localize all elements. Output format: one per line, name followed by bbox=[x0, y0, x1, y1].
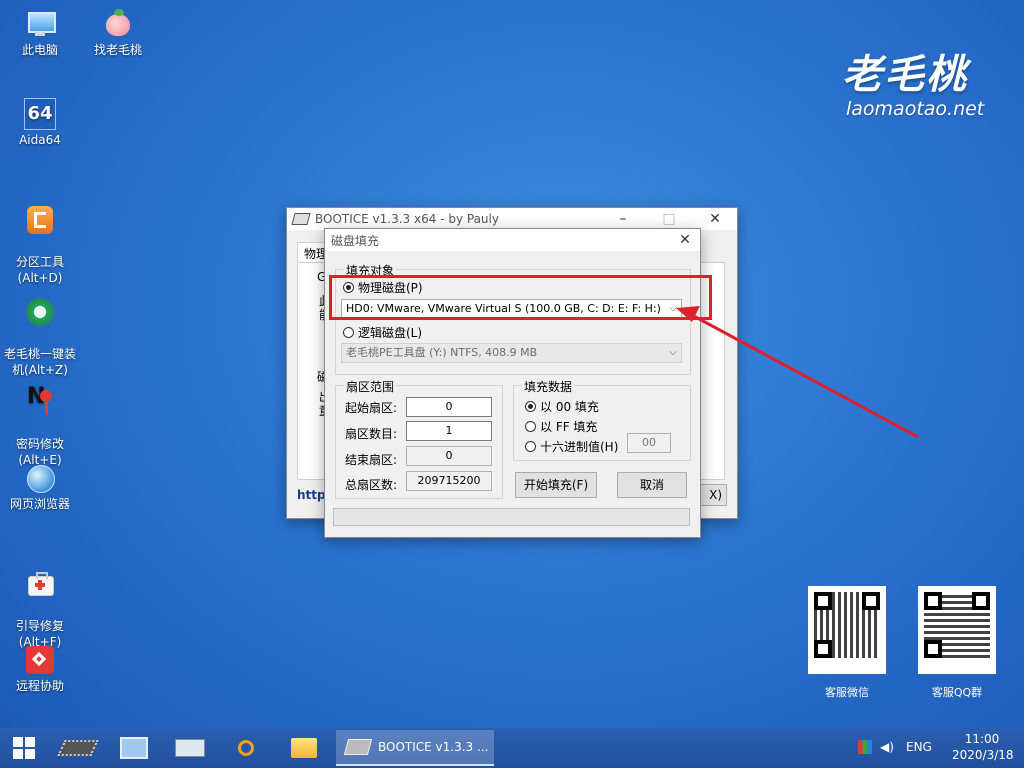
bootice-app-icon bbox=[291, 213, 311, 225]
remote-assist-icon bbox=[24, 644, 56, 676]
taskbar-task-label: BOOTICE v1.3.3 ... bbox=[378, 740, 489, 754]
hex-value-input: 00 bbox=[627, 433, 671, 453]
desktop-icon-remote-assist[interactable]: 远程协助 bbox=[0, 644, 80, 694]
tray-clock-time[interactable]: 11:00 bbox=[960, 732, 1004, 746]
taskbar-folder-icon[interactable] bbox=[284, 732, 324, 764]
radio-selected-icon bbox=[525, 401, 536, 412]
desktop-icon-password-change[interactable]: N 密码修改 (Alt+E) bbox=[0, 370, 80, 468]
desktop-icon-one-click-install[interactable]: 老毛桃一键装 机(Alt+Z) bbox=[0, 280, 80, 378]
windows-logo-icon bbox=[13, 737, 35, 759]
total-sectors-label: 总扇区数: bbox=[345, 478, 398, 492]
password-icon: N bbox=[24, 386, 56, 418]
taskbar: BOOTICE v1.3.3 ... ◀) ENG 11:00 2020/3/1… bbox=[0, 728, 1024, 768]
desktop-icon-label: 找老毛桃 bbox=[93, 43, 142, 57]
logical-disk-value: 老毛桃PE工具盘 (Y:) NTFS, 408.9 MB bbox=[346, 346, 538, 359]
logical-disk-label: 逻辑磁盘(L) bbox=[358, 326, 423, 340]
taskbar-task-bootice[interactable]: BOOTICE v1.3.3 ... bbox=[336, 730, 494, 766]
fill-00-label: 以 00 填充 bbox=[540, 400, 599, 414]
fill-data-group-label: 填充数据 bbox=[522, 378, 575, 395]
highlight-box bbox=[329, 275, 712, 320]
close-button[interactable]: ✕ bbox=[701, 208, 729, 230]
desktop-icon-this-pc[interactable]: 此电脑 bbox=[0, 8, 80, 58]
minimize-button[interactable]: – bbox=[609, 208, 637, 230]
tray-color-icon[interactable] bbox=[858, 740, 872, 754]
qr-label-wechat: 客服微信 bbox=[825, 686, 869, 699]
dialog-title: 磁盘填充 bbox=[331, 233, 380, 248]
end-sector-label: 结束扇区: bbox=[345, 453, 398, 467]
radio-unselected-icon bbox=[525, 421, 536, 432]
qr-code-qq-group bbox=[918, 586, 996, 674]
exit-button-label: X) bbox=[709, 488, 722, 502]
desktop-icon-label: 远程协助 bbox=[15, 679, 64, 693]
aida64-icon: 64 bbox=[24, 98, 56, 130]
partition-tool-icon bbox=[24, 204, 56, 236]
cancel-button[interactable]: 取消 bbox=[617, 472, 687, 498]
dialog-close-button[interactable]: ✕ bbox=[671, 229, 699, 251]
logical-disk-select: 老毛桃PE工具盘 (Y:) NTFS, 408.9 MB ⌵ bbox=[341, 343, 682, 363]
brand-logo: 老毛桃 bbox=[842, 51, 968, 98]
chevron-down-icon: ⌵ bbox=[669, 347, 677, 358]
fill-ff-radio[interactable]: 以 FF 填充 bbox=[525, 418, 597, 435]
dialog-titlebar: 磁盘填充 bbox=[325, 229, 700, 251]
end-sector-field: 0 bbox=[406, 446, 492, 466]
desktop-icon-label: 此电脑 bbox=[21, 43, 58, 57]
start-sector-input[interactable]: 0 bbox=[406, 397, 492, 417]
taskbar-network-icon[interactable] bbox=[114, 732, 154, 764]
fill-hex-radio[interactable]: 十六进制值(H) bbox=[525, 438, 618, 455]
taskbar-search-icon[interactable] bbox=[226, 732, 266, 764]
fill-00-radio[interactable]: 以 00 填充 bbox=[525, 398, 599, 415]
bootice-title: BOOTICE v1.3.3 x64 - by Pauly bbox=[315, 212, 499, 226]
fill-progress-bar bbox=[333, 508, 690, 526]
desktop-icon-web-browser[interactable]: 网页浏览器 bbox=[0, 462, 80, 512]
tray-clock-date[interactable]: 2020/3/18 bbox=[952, 748, 1014, 762]
total-sectors-field: 209715200 bbox=[406, 471, 492, 491]
desktop-icon-boot-repair[interactable]: 引导修复 (Alt+F) bbox=[0, 552, 80, 650]
qr-label-qq-group: 客服QQ群 bbox=[931, 686, 983, 699]
fill-hex-label: 十六进制值(H) bbox=[540, 440, 619, 454]
start-fill-button[interactable]: 开始填充(F) bbox=[515, 472, 597, 498]
logical-disk-radio[interactable]: 逻辑磁盘(L) bbox=[343, 324, 422, 341]
radio-unselected-icon bbox=[343, 327, 354, 338]
bootice-app-icon bbox=[343, 739, 373, 755]
boot-repair-icon bbox=[24, 568, 56, 600]
desktop-icon-aida64[interactable]: 64 Aida64 bbox=[0, 98, 80, 148]
maximize-button[interactable]: □ bbox=[655, 208, 683, 230]
desktop-icon-label: 网页浏览器 bbox=[9, 497, 70, 511]
browser-icon bbox=[24, 462, 56, 494]
qr-code-wechat bbox=[808, 586, 886, 674]
taskbar-keyboard-icon[interactable] bbox=[170, 732, 210, 764]
install-icon bbox=[24, 296, 56, 328]
fill-ff-label: 以 FF 填充 bbox=[540, 420, 598, 434]
brand-url: laomaotao.net bbox=[846, 98, 985, 120]
tray-volume-icon[interactable]: ◀) bbox=[880, 740, 896, 754]
desktop-icon-label: Aida64 bbox=[19, 133, 61, 147]
sector-count-input[interactable]: 1 bbox=[406, 421, 492, 441]
aida64-badge: 64 bbox=[27, 103, 53, 124]
tray-language[interactable]: ENG bbox=[906, 740, 932, 754]
radio-unselected-icon bbox=[525, 441, 536, 452]
taskbar-chip-icon[interactable] bbox=[57, 732, 99, 764]
peach-icon bbox=[102, 8, 134, 40]
sector-count-label: 扇区数目: bbox=[345, 427, 398, 441]
computer-icon bbox=[24, 8, 56, 40]
desktop-icon-partition-tool[interactable]: 分区工具 (Alt+D) bbox=[0, 188, 80, 286]
disk-fill-dialog: 磁盘填充 ✕ 填充对象 物理磁盘(P) HD0: VMware, VMware … bbox=[324, 228, 712, 538]
start-button[interactable] bbox=[4, 732, 44, 764]
start-sector-label: 起始扇区: bbox=[345, 401, 398, 415]
sector-range-group-label: 扇区范围 bbox=[344, 378, 397, 395]
desktop-icon-find-laomaotao[interactable]: 找老毛桃 bbox=[78, 8, 158, 58]
